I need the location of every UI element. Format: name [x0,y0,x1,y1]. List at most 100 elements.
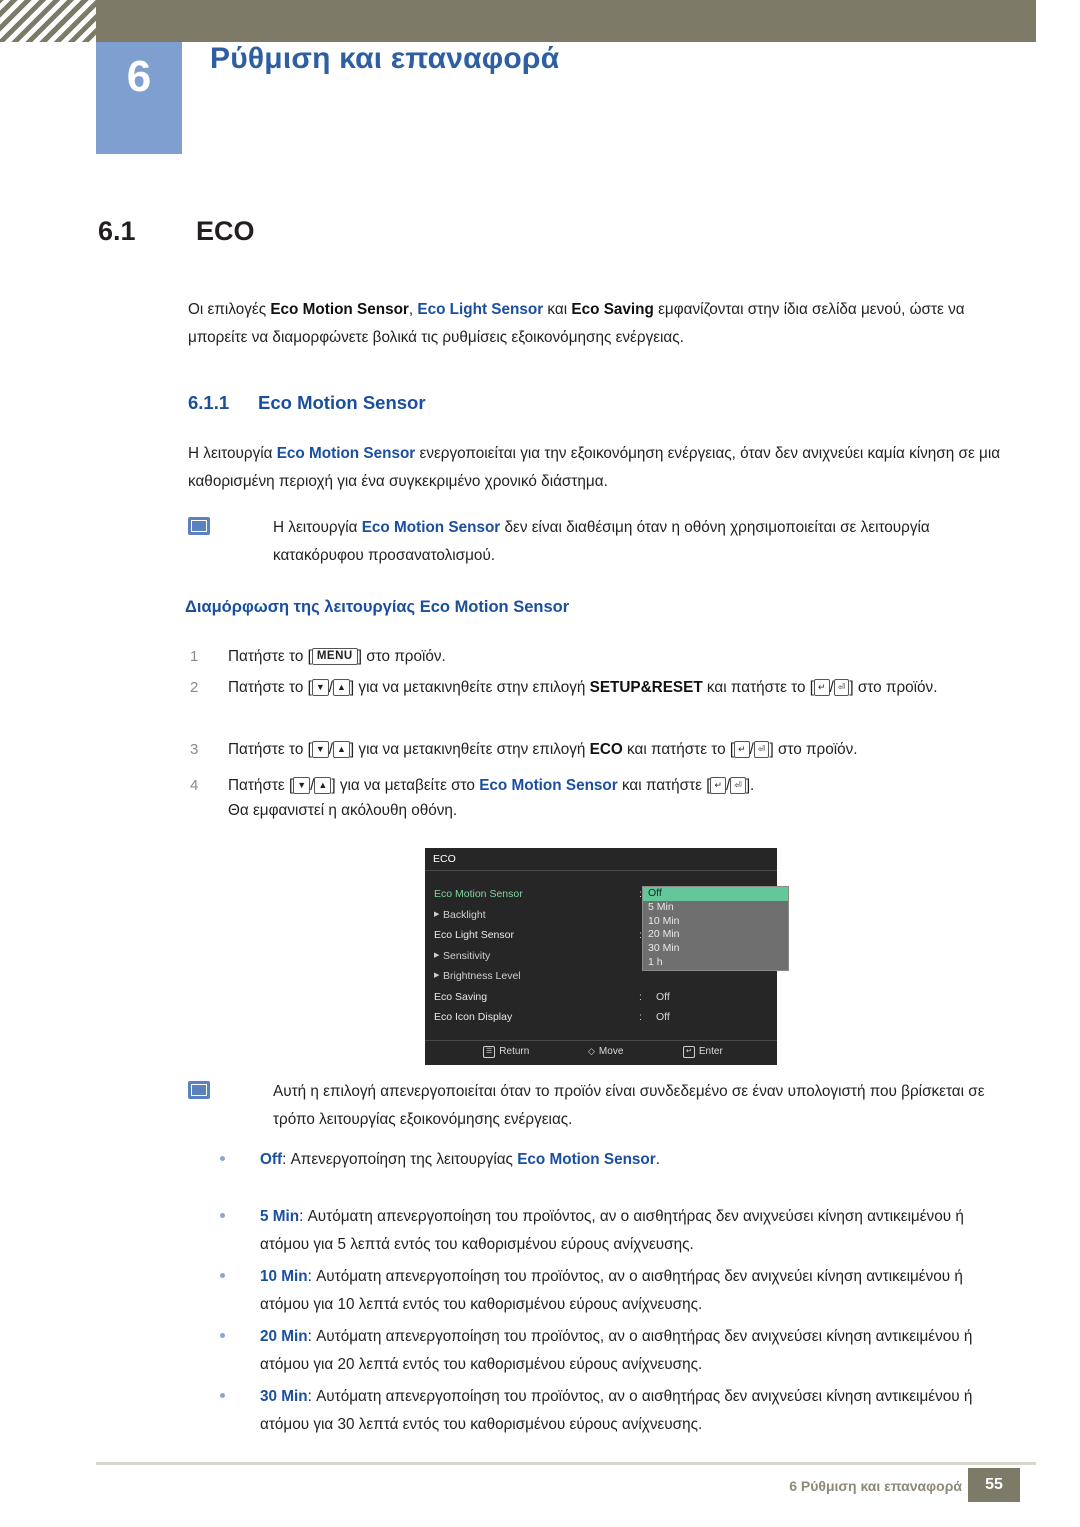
intro-bold-2: Eco Light Sensor [417,301,544,318]
body-paragraph-2: Η λειτουργία Eco Motion Sensor ενεργοποι… [188,440,1006,496]
osd-option-off[interactable]: Off [643,887,788,901]
note1-bold: Eco Motion Sensor [361,519,501,536]
osd-screenshot: ECO Eco Motion Sensor : Backlight Eco Li… [425,848,789,1065]
bullet-20min-text: 20 Min: Αυτόματη απενεργοποίηση του προϊ… [260,1323,1010,1379]
left-key-icon: ↵ [814,679,830,696]
page-number: 55 [968,1468,1020,1502]
bullet-10min-text: 10 Min: Αυτόματη απενεργοποίηση του προϊ… [260,1263,1010,1319]
up-arrow-key-icon: ▲ [333,679,350,696]
osd-option-10min[interactable]: 10 Min [643,915,788,929]
step-1-text: Πατήστε το [MENU] στο προϊόν. [228,642,1002,671]
osd-dropdown-eco-motion-sensor[interactable]: Off 5 Min 10 Min 20 Min 30 Min 1 h [642,886,789,971]
intro-paragraph: Οι επιλογές Eco Motion Sensor, Eco Light… [188,296,1003,352]
down-arrow-key-icon: ▼ [293,777,311,794]
step-1-number: 1 [190,648,199,665]
page-header [0,0,1080,42]
header-bar [96,0,1036,42]
osd-value-eco-icon-display: Off [656,1011,670,1023]
bullet-item-20min: 20 Min: Αυτόματη απενεργοποίηση του προϊ… [220,1323,1010,1379]
osd-row-eco-motion-sensor[interactable]: Eco Motion Sensor : [434,884,642,905]
bullet-off-key: Off [260,1151,283,1168]
step-1-part-1: Πατήστε το [ [228,648,312,665]
step-4-part-1: Πατήστε [ [228,777,294,794]
bullet-dot-icon [220,1393,225,1398]
osd-footer-return[interactable]: ☰ Return [483,1046,529,1058]
osd-option-1h[interactable]: 1 h [643,956,788,970]
osd-title: ECO [433,853,456,865]
osd-row-eco-light-sensor[interactable]: Eco Light Sensor : [434,925,642,946]
bullet-off-text: Off: Απενεργοποίηση της λειτουργίας Eco … [260,1146,1010,1174]
note-box-1: Η λειτουργία Eco Motion Sensor δεν είναι… [188,514,1003,570]
step-4-part-2: ] για να μεταβείτε στο [331,777,480,794]
bullet-item-10min: 10 Min: Αυτόματη απενεργοποίηση του προϊ… [220,1263,1010,1319]
menu-key-icon: MENU [311,648,358,665]
osd-footer-move[interactable]: ◇ Move [588,1046,623,1057]
bullet-dot-icon [220,1213,225,1218]
step-3-part-3: και πατήστε το [ [622,741,735,758]
bullet-dot-icon [220,1333,225,1338]
chapter-title: Ρύθμιση και επαναφορά [210,42,560,75]
osd-separator [425,870,777,871]
menu-bars-icon: ☰ [483,1046,496,1058]
bullet-item-5min: 5 Min: Αυτόματη απενεργοποίηση του προϊό… [220,1203,1010,1259]
subsection-title: Eco Motion Sensor [258,392,426,413]
bullet-5min-body: : Αυτόματη απενεργοποίηση του προϊόντος,… [260,1208,964,1253]
up-arrow-key-icon: ▲ [333,741,350,758]
step-4: 4 Πατήστε [▼ / ▲] για να μεταβείτε στο Eco… [190,771,1002,800]
bullet-5min-key: 5 Min [260,1208,300,1225]
enter-key-icon: ⏎ [833,679,850,696]
bullet-10min-body: : Αυτόματη απενεργοποίηση του προϊόντος,… [260,1268,963,1313]
bullet-off-bold-tail: Eco Motion Sensor [517,1151,656,1168]
osd-colon: : [639,1011,642,1023]
osd-row-eco-saving[interactable]: Eco Saving : Off [434,987,670,1008]
bullet-off-body: : Απενεργοποίηση της λειτουργίας [282,1151,518,1168]
osd-footer-enter[interactable]: ↵ Enter [683,1046,723,1058]
step-3-bold: ECO [589,741,623,758]
bullet-10min-key: 10 Min [260,1268,308,1285]
bullet-30min-body: : Αυτόματη απενεργοποίηση του προϊόντος,… [260,1388,973,1433]
osd-row-brightness-level[interactable]: Brightness Level [434,966,624,987]
step-2-bold: SETUP&RESET [589,679,703,696]
note-icon [188,517,210,535]
down-arrow-key-icon: ▼ [311,741,329,758]
bullet-item-30min: 30 Min: Αυτόματη απενεργοποίηση του προϊ… [220,1383,1010,1439]
osd-row-backlight[interactable]: Backlight [434,905,624,926]
configuration-heading: Διαμόρφωση της λειτουργίας Eco Motion Se… [185,598,570,616]
osd-colon: : [639,990,642,1003]
osd-label: Backlight [443,908,486,921]
note-2-text: Αυτή η επιλογή απενεργοποιείται όταν το … [273,1083,985,1128]
note-icon [188,1081,210,1099]
note1-text-1: Η λειτουργία [273,519,362,536]
step-3-part-1: Πατήστε το [ [228,741,312,758]
intro-text-3: και [543,301,572,318]
step-2-part-3: και πατήστε το [ [702,679,815,696]
step-3-part-2: ] για να μετακινηθείτε στην επιλογή [349,741,590,758]
step-3-number: 3 [190,741,199,758]
bullet-dot-icon [220,1273,225,1278]
osd-footer-enter-label: Enter [698,1046,723,1057]
osd-row-sensitivity[interactable]: Sensitivity [434,946,624,967]
step-2-text: Πατήστε το [▼ / ▲] για να μετακινηθείτε στ… [228,673,1002,702]
step-2-part-4: ] στο προϊόν. [849,679,938,696]
subsection-heading: 6.1.1 Eco Motion Sensor [188,392,426,414]
step-4-part-4: ]. [745,777,755,794]
osd-option-5min[interactable]: 5 Min [643,901,788,915]
intro-text-1: Οι επιλογές [188,301,271,318]
up-arrow-key-icon: ▲ [314,777,332,794]
step-4-bold: Eco Motion Sensor [479,777,618,794]
osd-footer: ☰ Return ◇ Move ↵ Enter [425,1040,777,1065]
enter-key-icon: ⏎ [753,741,770,758]
osd-option-20min[interactable]: 20 Min [643,928,788,942]
step-2-part-1: Πατήστε το [ [228,679,312,696]
intro-bold-1: Eco Motion Sensor [270,301,409,318]
osd-row-eco-icon-display[interactable]: Eco Icon Display : Off [434,1007,670,1028]
osd-menu-list: Eco Motion Sensor : Backlight Eco Light … [434,884,670,1028]
intro-bold-3: Eco Saving [571,301,654,318]
bullet-off-tail: . [655,1151,660,1168]
osd-label: Eco Motion Sensor [434,888,523,900]
step-3-text: Πατήστε το [▼ / ▲] για να μετακινηθείτε στ… [228,735,1002,764]
bullet-item-off: Off: Απενεργοποίηση της λειτουργίας Eco … [220,1146,1010,1174]
note-box-2: Αυτή η επιλογή απενεργοποιείται όταν το … [188,1078,1003,1134]
step-4-followup: Θα εμφανιστεί η ακόλουθη οθόνη. [228,802,458,819]
osd-option-30min[interactable]: 30 Min [643,942,788,956]
